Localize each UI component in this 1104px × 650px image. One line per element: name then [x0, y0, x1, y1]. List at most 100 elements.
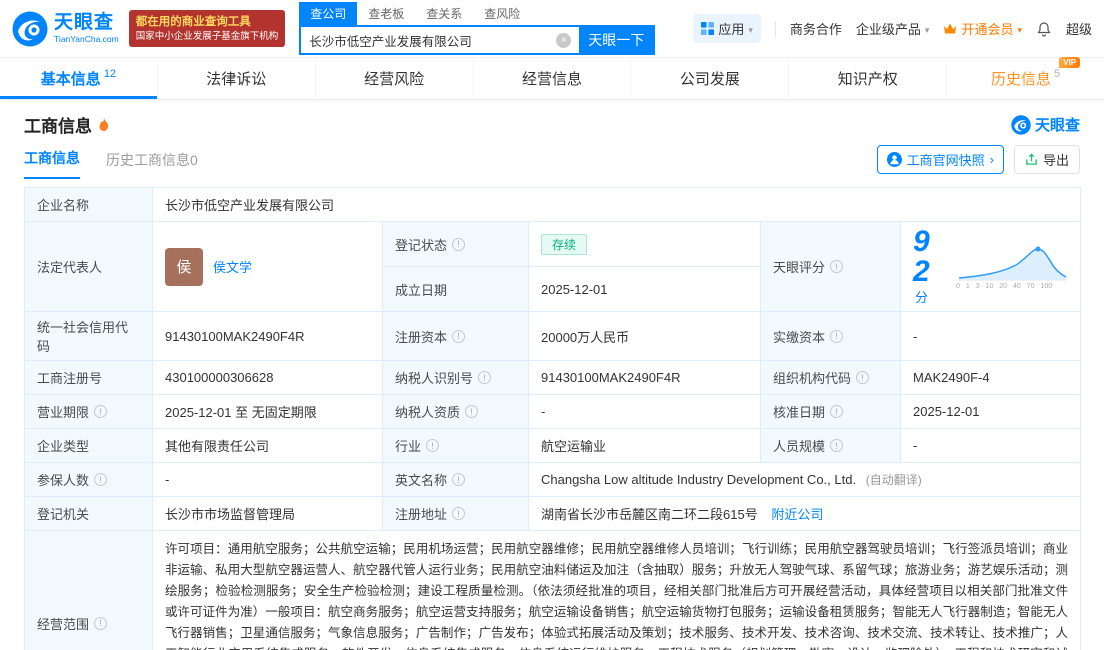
label-approval-date: 核准日期 — [773, 405, 826, 420]
flame-icon — [97, 117, 110, 132]
apps-label: 应用 — [718, 22, 745, 37]
search-input[interactable] — [301, 33, 557, 47]
search-tab-relation[interactable]: 查关系 — [415, 2, 473, 25]
label-reg-status: 登记状态 — [395, 237, 448, 253]
label-reg-number: 工商注册号 — [37, 371, 103, 386]
subtab-history-business-info[interactable]: 历史工商信息0 — [106, 150, 198, 179]
label-business-term: 营业期限 — [37, 405, 90, 420]
cooperation-label: 商务合作 — [789, 22, 842, 37]
tab-company-development[interactable]: 公司发展 — [630, 58, 788, 99]
enterprise-products-menu[interactable]: 企业级产品 — [856, 19, 930, 38]
cooperation-menu[interactable]: 商务合作 — [790, 19, 842, 38]
company-nav-tabs: 基本信息 12 法律诉讼 经营风险 经营信息 公司发展 知识产权 历史信息 5 … — [0, 57, 1104, 100]
value-industry: 航空运输业 — [541, 439, 607, 454]
label-staff-size: 人员规模 — [773, 439, 826, 454]
label-taxpayer-qualification: 纳税人资质 — [395, 405, 461, 420]
score-value[interactable]: 92分 — [913, 227, 944, 306]
info-icon[interactable] — [94, 405, 108, 418]
tab-legal-proceedings[interactable]: 法律诉讼 — [156, 58, 315, 99]
tab-basic-info[interactable]: 基本信息 12 — [0, 58, 157, 99]
value-staff-size: - — [913, 438, 918, 453]
value-org-code: MAK2490F-4 — [913, 370, 990, 385]
label-industry: 行业 — [395, 439, 422, 454]
tab-operation-info[interactable]: 经营信息 — [472, 58, 631, 99]
legal-rep-avatar[interactable]: 侯 — [165, 247, 203, 286]
legal-rep-link[interactable]: 侯文学 — [213, 257, 252, 276]
slogan-badge: 都在用的商业查询工具 国家中小企业发展子基金旗下机构 — [128, 9, 286, 48]
table-row: 法定代表人 侯 侯文学 登记状态 存续 天眼评分 92分 — [24, 221, 1082, 312]
search-box: 天眼一下 — [299, 25, 656, 55]
search-block: 查公司 查老板 查关系 查风险 天眼一下 — [299, 2, 656, 55]
tab-label: 基本信息 — [40, 71, 101, 88]
bell-icon — [1036, 21, 1052, 37]
search-tab-company[interactable]: 查公司 — [299, 2, 358, 25]
label-legal-rep: 法定代表人 — [37, 260, 103, 275]
open-vip-menu[interactable]: 开通会员 — [943, 19, 1022, 38]
tianyancha-logo[interactable]: 天眼查 TianYanCha.com — [12, 11, 119, 47]
subtab-actions: 工商官网快照 导出 — [876, 145, 1080, 179]
table-row: 企业名称 长沙市低空产业发展有限公司 — [24, 187, 1082, 222]
person-icon — [886, 152, 902, 167]
value-insured-count: - — [165, 472, 170, 487]
tab-intellectual-property[interactable]: 知识产权 — [788, 58, 946, 99]
table-row: 企业类型 其他有限责任公司 行业 航空运输业 人员规模 - — [24, 428, 1082, 463]
table-row: 参保人数 - 英文名称 Changsha Low altitude Indust… — [24, 462, 1082, 497]
business-snapshot-button[interactable]: 工商官网快照 — [876, 145, 1004, 174]
value-approval-date: 2025-12-01 — [913, 404, 980, 419]
info-icon[interactable] — [452, 473, 466, 486]
table-row: 登记机关 长沙市市场监督管理局 注册地址 湖南省长沙市岳麓区南二环二段615号 … — [24, 496, 1082, 531]
tab-history-info[interactable]: 历史信息 5 VIP — [946, 57, 1104, 99]
subtab-business-info[interactable]: 工商信息 — [24, 148, 80, 179]
status-badge: 存续 — [541, 233, 588, 255]
info-icon[interactable] — [452, 507, 466, 520]
export-button[interactable]: 导出 — [1013, 145, 1080, 174]
info-icon[interactable] — [452, 329, 466, 343]
table-row: 营业期限 2025-12-01 至 无固定期限 纳税人资质 - 核准日期 202… — [24, 394, 1082, 429]
notifications-button[interactable] — [1036, 21, 1052, 37]
label-org-code: 组织机构代码 — [773, 371, 852, 386]
label-reg-capital: 注册资本 — [395, 329, 448, 345]
value-reg-number: 430100000306628 — [165, 370, 274, 385]
value-reg-address: 湖南省长沙市岳麓区南二环二段615号 — [541, 507, 758, 522]
label-score: 天眼评分 — [773, 260, 826, 275]
value-credit-code: 91430100MAK2490F4R — [165, 328, 305, 344]
chevron-down-icon — [1017, 21, 1022, 36]
search-tab-risk[interactable]: 查风险 — [473, 2, 531, 25]
tab-label: 历史信息 — [991, 71, 1052, 88]
info-icon[interactable] — [830, 405, 844, 418]
chevron-right-icon — [990, 152, 994, 167]
info-icon[interactable] — [94, 473, 108, 486]
label-company-name: 企业名称 — [37, 198, 90, 213]
value-establish-date: 2025-12-01 — [541, 281, 608, 297]
tab-label: 法律诉讼 — [206, 71, 267, 88]
super-vip-menu[interactable]: 超级 — [1066, 19, 1092, 38]
tab-count: 12 — [103, 67, 117, 80]
info-icon[interactable] — [94, 616, 108, 630]
label-reg-authority: 登记机关 — [37, 507, 90, 522]
apps-menu[interactable]: 应用 — [693, 14, 761, 43]
super-vip-label: 超级 — [1065, 22, 1092, 37]
label-reg-address: 注册地址 — [395, 507, 448, 522]
info-icon[interactable] — [465, 405, 479, 418]
info-icon[interactable] — [830, 439, 844, 452]
value-business-term: 2025-12-01 至 无固定期限 — [165, 405, 317, 420]
info-icon[interactable] — [856, 371, 870, 384]
tab-operation-risk[interactable]: 经营风险 — [314, 58, 473, 99]
clear-search-icon[interactable] — [556, 32, 572, 48]
logo-domain: TianYanCha.com — [54, 33, 119, 44]
tab-count: 5 — [1054, 67, 1061, 80]
value-business-scope: 许可项目：通用航空服务；公共航空运输；民用机场运营；民用航空器维修；民用航空器维… — [165, 542, 1069, 650]
info-icon[interactable] — [830, 329, 844, 343]
info-icon[interactable] — [478, 371, 492, 384]
info-icon[interactable] — [452, 237, 466, 251]
info-icon[interactable] — [830, 260, 844, 273]
table-row: 工商注册号 430100000306628 纳税人识别号 91430100MAK… — [24, 360, 1082, 395]
info-icon[interactable] — [426, 439, 440, 452]
section-header: 工商信息 天眼查 — [24, 112, 1080, 137]
slogan-line1: 都在用的商业查询工具 — [135, 15, 251, 28]
search-tab-boss[interactable]: 查老板 — [357, 2, 415, 25]
nearby-companies-link[interactable]: 附近公司 — [771, 507, 823, 522]
slogan-line2: 国家中小企业发展子基金旗下机构 — [135, 30, 279, 42]
search-button[interactable]: 天眼一下 — [579, 27, 654, 53]
label-taxpayer-id: 纳税人识别号 — [395, 371, 474, 386]
